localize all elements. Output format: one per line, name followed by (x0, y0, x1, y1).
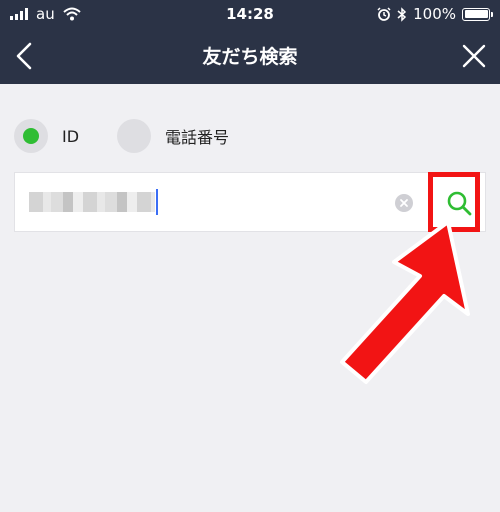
radio-phone-label: 電話番号 (165, 128, 230, 147)
search-type-selector: ID 電話番号 (14, 116, 229, 156)
bluetooth-icon (397, 6, 407, 22)
radio-id-label: ID (62, 126, 80, 146)
alarm-icon (377, 7, 391, 21)
radio-circle (117, 119, 152, 153)
nav-header: 友だち検索 (0, 28, 500, 84)
clear-input-button[interactable] (395, 194, 413, 212)
clear-x-icon (400, 199, 408, 207)
battery-icon (462, 7, 493, 21)
radio-id[interactable]: ID (14, 119, 79, 153)
battery-percent: 100% (413, 5, 456, 23)
battery-fill (464, 10, 488, 18)
status-bar: au 14:28 100% (0, 0, 500, 28)
top-bar: au 14:28 100% 友だち検索 (0, 0, 500, 84)
radio-selected-dot (23, 128, 39, 144)
radio-circle (14, 119, 48, 153)
page-title: 友だち検索 (202, 46, 298, 68)
pointer-arrow-icon (340, 220, 470, 384)
masked-input-text (29, 192, 155, 212)
close-icon[interactable] (456, 38, 492, 74)
text-cursor (156, 189, 158, 215)
radio-phone-number[interactable]: 電話番号 (117, 119, 229, 153)
